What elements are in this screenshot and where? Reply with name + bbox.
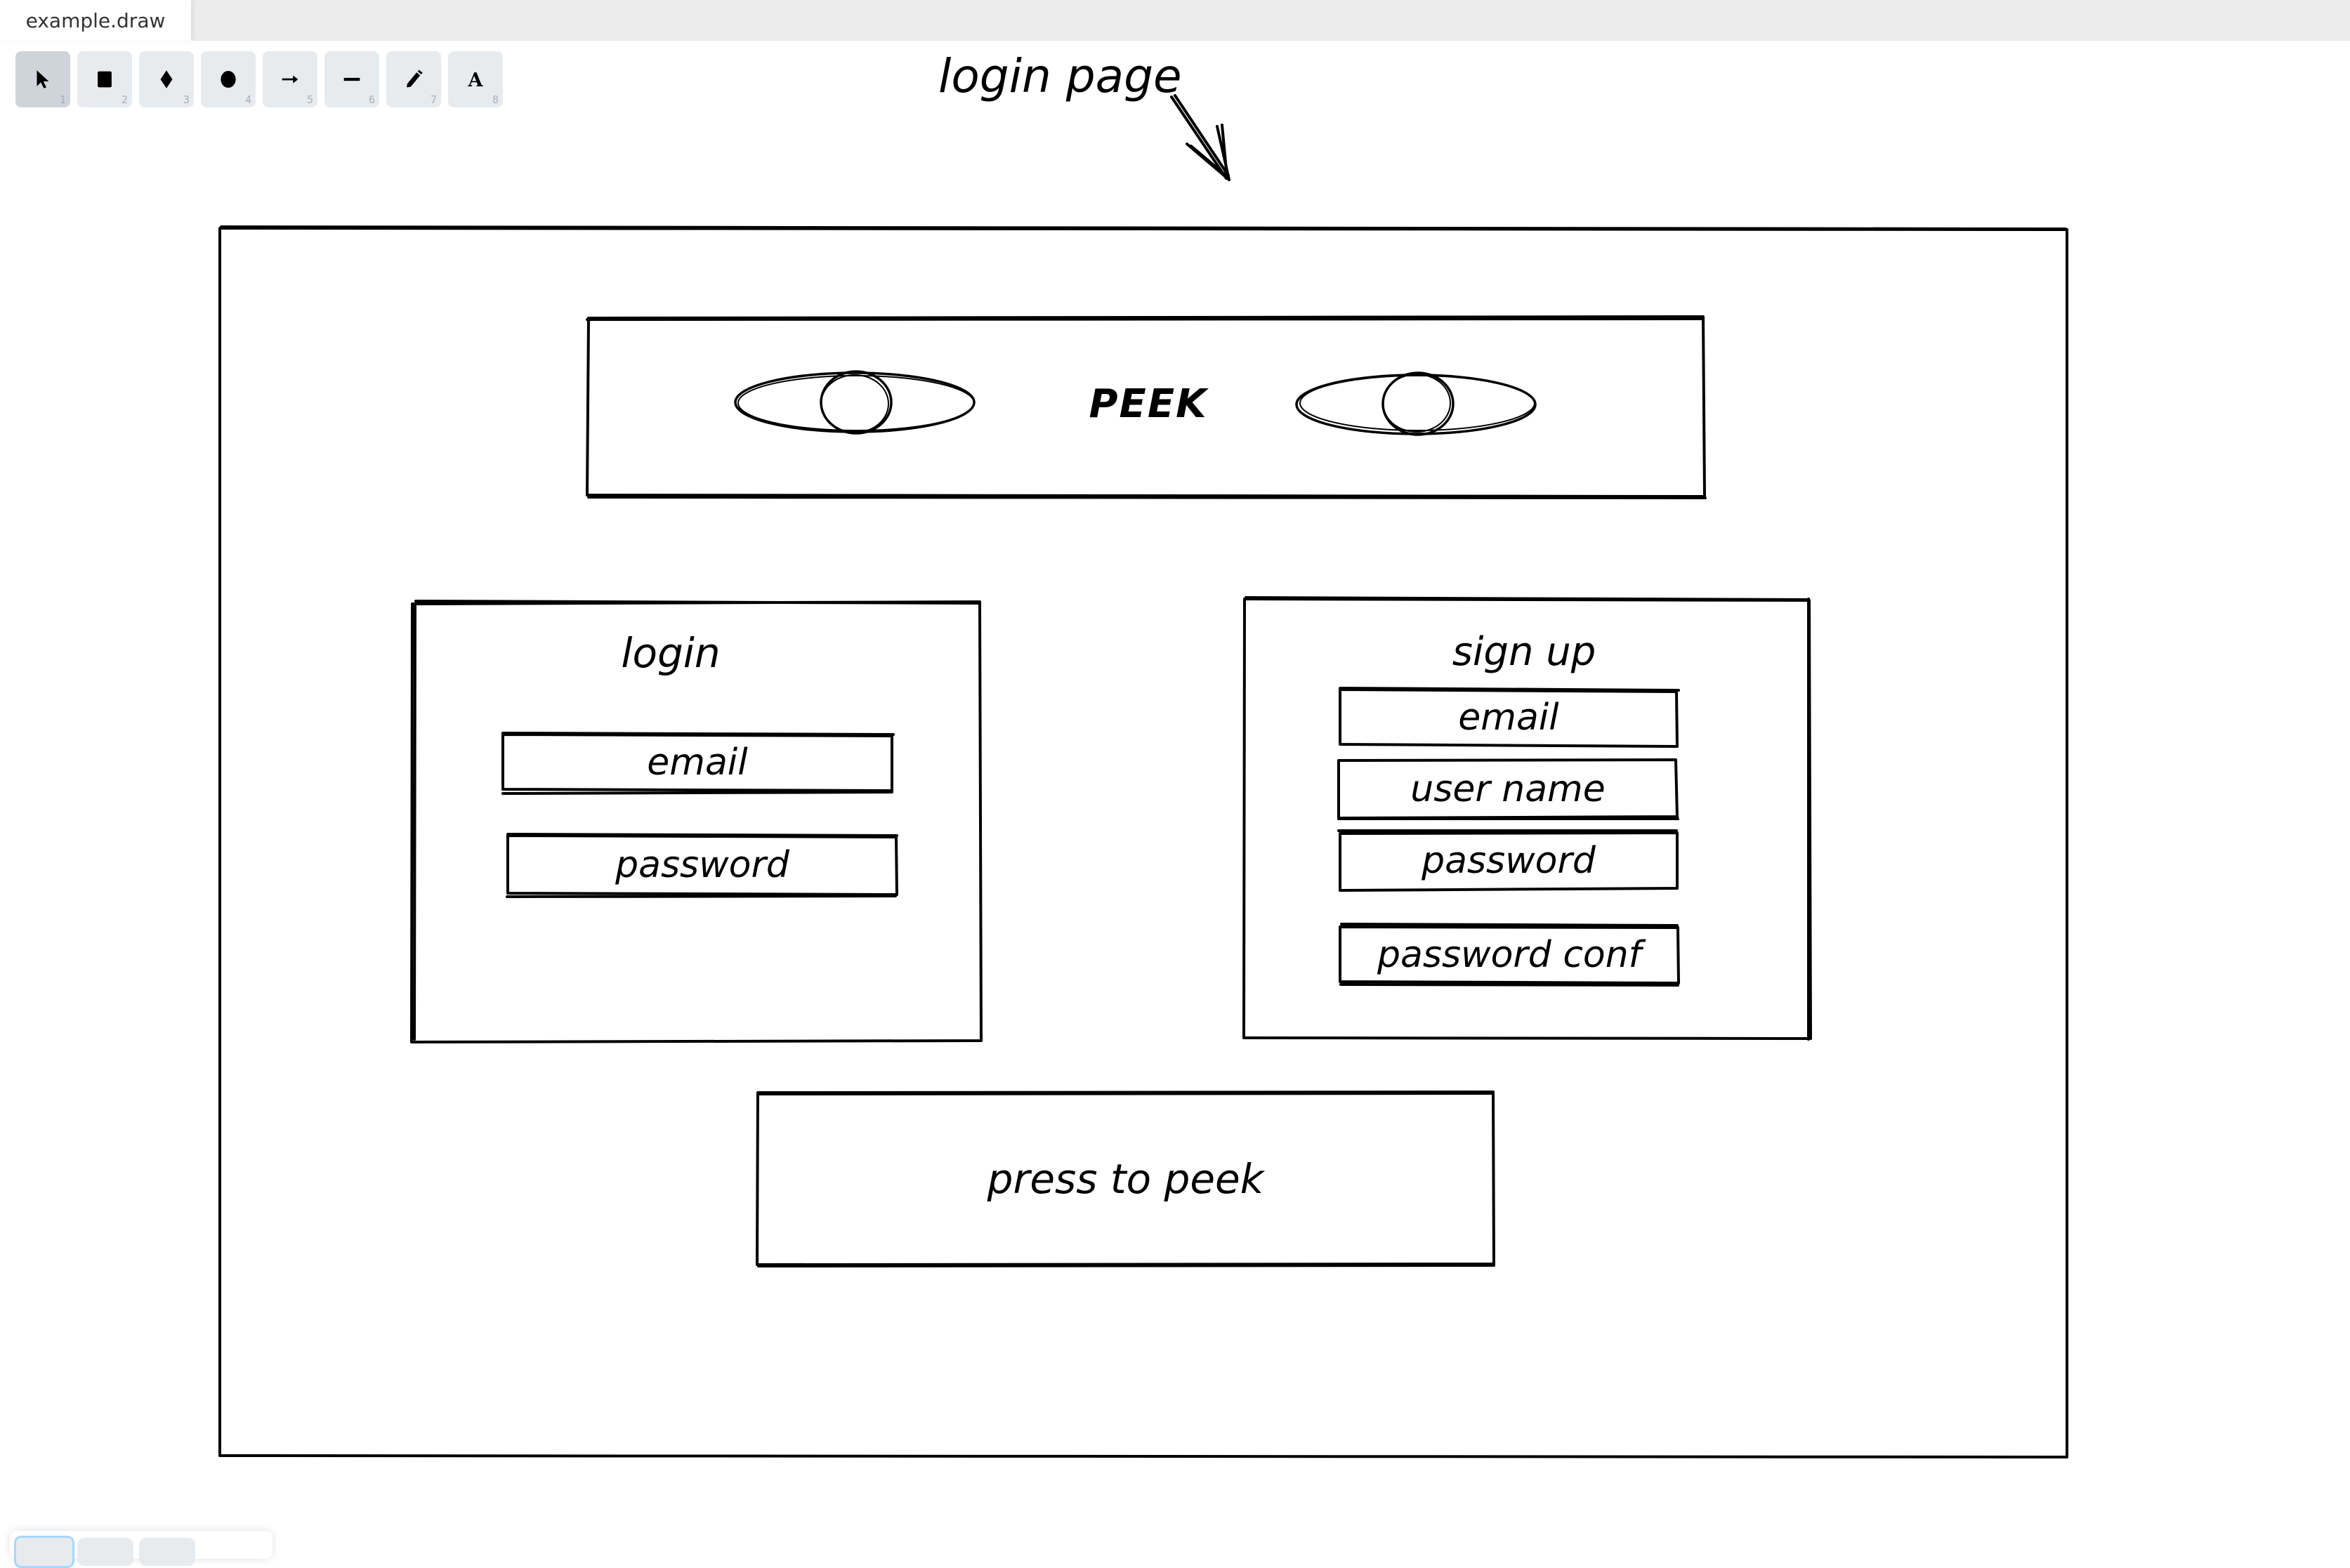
signup-email-label[interactable]: email: [1340, 690, 1677, 746]
drawing-canvas[interactable]: [0, 0, 2350, 1549]
slide-thumbnail-1[interactable]: [14, 1536, 74, 1568]
left-eye-icon[interactable]: [734, 370, 976, 435]
signup-username-label[interactable]: user name: [1339, 760, 1677, 818]
login-email-label[interactable]: email: [503, 734, 892, 791]
slides-panel: [10, 1531, 273, 1568]
login-title[interactable]: login: [597, 625, 744, 681]
slide-thumbnail-3[interactable]: [139, 1538, 195, 1566]
signup-password-conf-label[interactable]: password conf: [1340, 927, 1679, 983]
slide-thumbnail-2[interactable]: [77, 1538, 133, 1566]
annotation-login-page[interactable]: login page: [938, 49, 1182, 103]
signup-title[interactable]: sign up: [1405, 624, 1643, 680]
header-title[interactable]: PEEK: [1053, 376, 1243, 432]
right-eye-icon[interactable]: [1295, 371, 1537, 436]
login-password-label[interactable]: password: [508, 836, 897, 895]
peek-button-label[interactable]: press to peek: [758, 1093, 1493, 1265]
signup-password-label[interactable]: password: [1340, 833, 1677, 889]
annotation-arrow[interactable]: [1170, 94, 1230, 181]
